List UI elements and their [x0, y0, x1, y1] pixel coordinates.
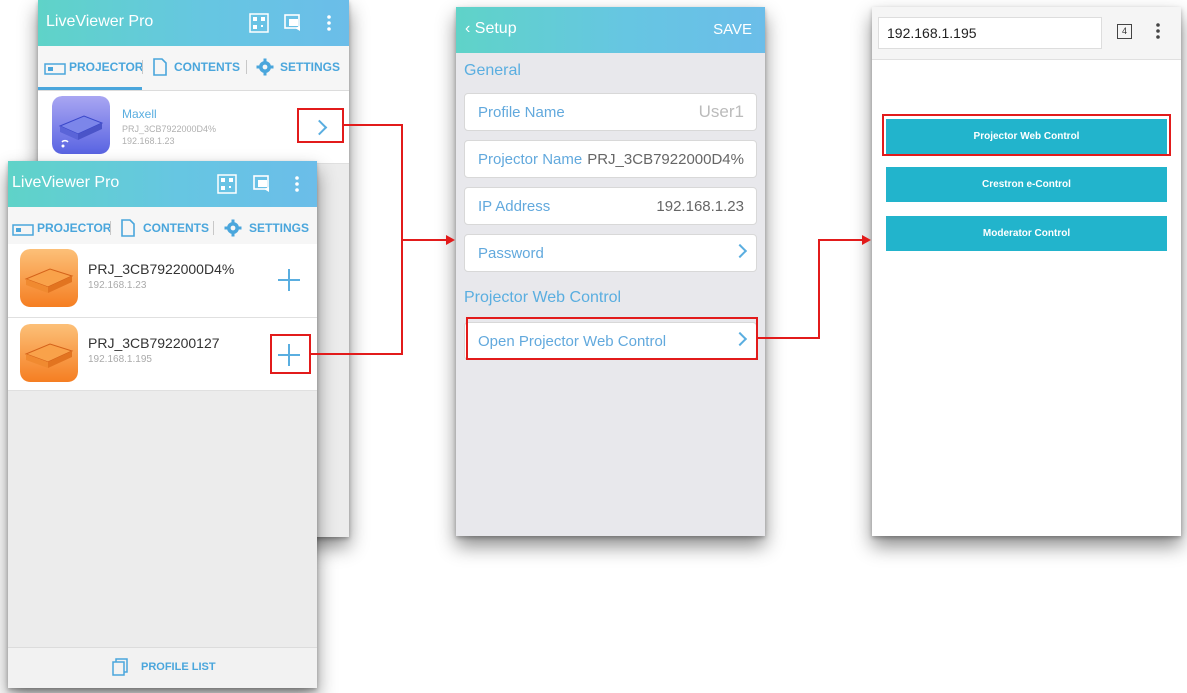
tab-separator — [142, 60, 143, 74]
save-button[interactable]: SAVE — [713, 21, 752, 38]
connector-line — [818, 239, 820, 339]
projector-name: PRJ_3CB7922000D4% — [88, 261, 235, 277]
contents-tab-icon — [121, 219, 135, 237]
tab-separator — [213, 221, 214, 235]
tab-settings[interactable]: SETTINGS — [249, 221, 309, 235]
url-text: 192.168.1.195 — [887, 25, 977, 41]
app-title: LiveViewer Pro — [46, 13, 154, 30]
tab-separator — [246, 60, 247, 74]
projector-id: PRJ_3CB7922000D4% — [122, 124, 217, 134]
chevron-right-icon — [732, 243, 748, 259]
active-tab-indicator — [38, 87, 142, 90]
connector-line — [818, 239, 862, 241]
button-label: Moderator Control — [982, 228, 1071, 239]
field-label: Projector Name — [478, 151, 583, 168]
field-label: Profile Name — [478, 104, 565, 121]
projector-name: Maxell — [122, 107, 157, 121]
front-phone-screen: LiveViewer Pro PROJECTOR CONTENTS SETTIN… — [8, 161, 317, 688]
qr-code-icon[interactable] — [249, 13, 269, 33]
section-general: General — [464, 62, 521, 79]
ip-address-field[interactable]: IP Address 192.168.1.23 — [464, 187, 757, 225]
tab-settings[interactable]: SETTINGS — [280, 60, 340, 74]
projector-tab-icon — [12, 224, 34, 236]
profile-name-field[interactable]: Profile Name User1 — [464, 93, 757, 131]
browser-screen: 192.168.1.195 4 Projector Web Control Cr… — [872, 7, 1181, 536]
add-projector-icon[interactable] — [278, 269, 300, 291]
app-bar: LiveViewer Pro — [8, 161, 317, 207]
app-title: LiveViewer Pro — [12, 174, 120, 191]
section-projector-web-control: Projector Web Control — [464, 289, 622, 306]
projector-ip: 192.168.1.195 — [88, 354, 152, 365]
settings-gear-icon — [224, 219, 242, 237]
setup-screen: ‹ Setup SAVE General Profile Name User1 … — [456, 7, 765, 536]
highlight-box — [466, 317, 758, 360]
projector-tab-icon — [44, 63, 66, 75]
highlight-box — [297, 108, 344, 143]
button-label: Crestron e-Control — [982, 179, 1071, 190]
field-label: IP Address — [478, 198, 551, 215]
url-bar[interactable]: 192.168.1.195 — [878, 17, 1102, 49]
tab-switcher-button[interactable]: 4 — [1117, 24, 1132, 39]
settings-gear-icon — [256, 58, 274, 76]
overflow-menu-icon[interactable] — [319, 13, 339, 33]
tab-separator — [110, 221, 111, 235]
tab-contents[interactable]: CONTENTS — [143, 221, 209, 235]
arrow-head-icon — [446, 235, 455, 245]
tab-bar: PROJECTOR CONTENTS SETTINGS — [38, 46, 349, 91]
field-label: Password — [478, 245, 544, 262]
projector-device-icon — [20, 249, 78, 307]
profile-list-label: PROFILE LIST — [141, 661, 216, 673]
field-value: User1 — [698, 102, 744, 121]
tab-contents[interactable]: CONTENTS — [174, 60, 240, 74]
password-field[interactable]: Password — [464, 234, 757, 272]
projector-name-field[interactable]: Projector Name PRJ_3CB7922000D4% — [464, 140, 757, 178]
projector-ip: 192.168.1.23 — [122, 136, 175, 146]
field-value: PRJ_3CB7922000D4% — [587, 151, 744, 168]
tab-count: 4 — [1121, 26, 1127, 36]
moderator-control-button[interactable]: Moderator Control — [886, 216, 1167, 251]
arrow-head-icon — [862, 235, 871, 245]
connector-line — [311, 353, 402, 355]
tab-projector[interactable]: PROJECTOR — [69, 60, 143, 74]
profile-list-footer[interactable]: PROFILE LIST — [8, 647, 317, 688]
projector-list-item[interactable]: PRJ_3CB7922000D4% 192.168.1.23 — [8, 244, 317, 318]
projector-device-icon — [20, 324, 78, 382]
browser-toolbar: 192.168.1.195 4 — [872, 7, 1181, 60]
connector-line — [402, 239, 446, 241]
highlight-box — [270, 334, 311, 374]
projector-device-icon — [52, 96, 110, 154]
screen-share-icon[interactable] — [283, 13, 303, 33]
back-label: Setup — [474, 20, 517, 37]
qr-code-icon[interactable] — [217, 174, 237, 194]
overflow-menu-icon[interactable] — [1154, 22, 1162, 40]
projector-ip: 192.168.1.23 — [88, 280, 147, 291]
setup-app-bar: ‹ Setup SAVE — [456, 7, 765, 53]
projector-name: PRJ_3CB792200127 — [88, 335, 220, 351]
field-value: 192.168.1.23 — [656, 198, 744, 215]
crestron-e-control-button[interactable]: Crestron e-Control — [886, 167, 1167, 202]
highlight-box — [882, 114, 1171, 156]
back-button[interactable]: ‹ Setup — [465, 20, 517, 38]
tab-projector[interactable]: PROJECTOR — [37, 221, 111, 235]
screen-share-icon[interactable] — [252, 174, 272, 194]
contents-tab-icon — [153, 58, 167, 76]
overflow-menu-icon[interactable] — [287, 174, 307, 194]
profile-list-icon — [112, 658, 128, 676]
connector-line — [344, 124, 403, 126]
connector-line — [758, 337, 819, 339]
app-bar: LiveViewer Pro — [38, 0, 349, 46]
